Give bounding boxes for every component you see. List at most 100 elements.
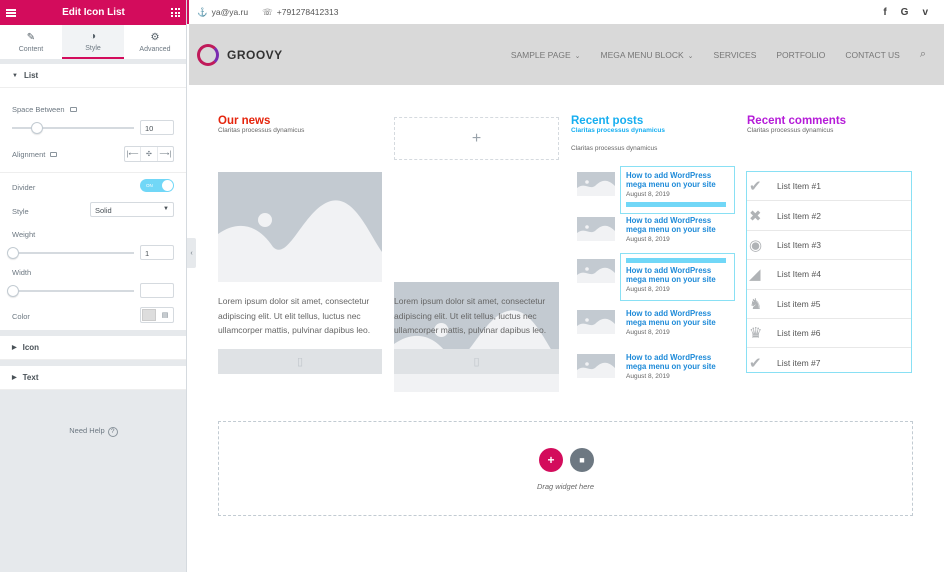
list-item-label: List Item #2: [777, 210, 821, 221]
need-help-text: Need Help: [69, 426, 105, 435]
tab-style[interactable]: ◑ Style: [62, 25, 124, 59]
social-links: f G v: [883, 7, 928, 18]
our-news-column: Our news Claritas processus dynamicus: [218, 115, 383, 134]
space-between-input[interactable]: 10: [140, 120, 174, 135]
list-item[interactable]: ◉ List Item #3: [747, 231, 911, 261]
color-swatch[interactable]: [142, 309, 156, 321]
post-title[interactable]: How to add WordPress mega menu on your s…: [626, 266, 731, 284]
color-label: Color: [12, 312, 30, 321]
list-item[interactable]: ◢ List Item #4: [747, 260, 911, 290]
align-center-icon[interactable]: ✣: [141, 147, 158, 161]
menu-item-sample-page[interactable]: SAMPLE PAGE ⌄: [511, 50, 581, 60]
menu-item-contact-us[interactable]: CONTACT US: [845, 50, 899, 60]
need-help-link[interactable]: Need Help?: [0, 426, 187, 437]
recent-comments-title: Recent comments: [747, 115, 847, 127]
post-item[interactable]: How to add WordPress mega menu on your s…: [571, 166, 736, 214]
phone-contact[interactable]: ☏ +791278412313: [262, 7, 338, 18]
section-list-toggle[interactable]: ▼ List: [0, 64, 186, 88]
post-item[interactable]: How to add WordPress mega menu on your s…: [571, 253, 736, 301]
post-item[interactable]: How to add WordPress mega menu on your s…: [571, 348, 736, 392]
section-icon-toggle[interactable]: ▶ Icon: [0, 336, 186, 360]
tab-label: Content: [18, 45, 44, 53]
slider-handle[interactable]: [7, 285, 19, 297]
list-item-label: List item #5: [777, 298, 821, 309]
recent-comments-subtitle: Claritas processus dynamicus: [747, 127, 834, 134]
menu-label: MEGA MENU BLOCK: [600, 49, 684, 60]
add-template-button[interactable]: ■: [570, 448, 594, 472]
list-item[interactable]: ✖ List Item #2: [747, 201, 911, 231]
section-icon: ▶ Icon: [0, 336, 186, 360]
desktop-icon[interactable]: [69, 107, 77, 112]
post-title[interactable]: How to add WordPress mega menu on your s…: [626, 309, 731, 327]
toggle-knob: [162, 180, 173, 191]
recent-posts-subtitle-colored: Claritas processus dynamicus: [571, 127, 665, 134]
drop-zone[interactable]: + ■ Drag widget here: [218, 421, 913, 516]
folder-icon: ■: [579, 455, 585, 465]
align-left-icon[interactable]: |⟵: [125, 147, 142, 161]
menu-item-portfolio[interactable]: PORTFOLIO: [776, 50, 825, 60]
style-select[interactable]: Solid ▼: [90, 202, 174, 217]
help-icon: ?: [107, 427, 118, 437]
list-item[interactable]: ♛ List item #6: [747, 319, 911, 349]
menu-item-mega-menu-block[interactable]: MEGA MENU BLOCK ⌄: [601, 50, 694, 60]
post-item[interactable]: How to add WordPress mega menu on your s…: [571, 304, 736, 348]
chess-knight-icon: ♞: [749, 295, 763, 313]
site-logo[interactable]: GROOVY: [197, 43, 283, 66]
image-placeholder-icon: [218, 200, 382, 282]
tab-advanced[interactable]: ⚙ Advanced: [124, 25, 186, 59]
chevron-down-icon: ⌄: [687, 52, 694, 60]
recent-posts-header: Recent posts Claritas processus dynamicu…: [571, 115, 736, 152]
email-contact[interactable]: ⚓ ya@ya.ru: [197, 7, 248, 18]
post-item[interactable]: How to add WordPress mega menu on your s…: [571, 211, 736, 255]
color-picker[interactable]: ▤: [140, 307, 174, 323]
cheese-icon: ◢: [749, 266, 761, 284]
clear-icon[interactable]: ▤: [157, 308, 173, 322]
vimeo-icon[interactable]: v: [922, 7, 928, 18]
post-thumbnail: [577, 354, 615, 378]
image-placeholder-icon: [577, 180, 615, 196]
tab-content[interactable]: ✎ Content: [0, 25, 62, 59]
desktop-icon[interactable]: [50, 152, 58, 157]
caret-right-icon: ▶: [12, 345, 17, 351]
recent-comments-header: Recent comments Claritas processus dynam…: [747, 115, 912, 134]
section-list: ▼ List Space Between 10 Alignment |⟵ ✣ ⟶| D…: [0, 64, 186, 330]
divider-toggle[interactable]: ON: [140, 179, 174, 192]
button-placeholder[interactable]: ▯: [394, 349, 559, 374]
google-icon[interactable]: G: [901, 7, 909, 18]
caret-down-icon: ▼: [12, 72, 18, 79]
dropdown-arrow-icon: ▼: [163, 206, 169, 212]
align-right-icon[interactable]: ⟶|: [158, 147, 173, 161]
post-title[interactable]: How to add WordPress mega menu on your s…: [626, 216, 731, 234]
facebook-icon[interactable]: f: [883, 7, 886, 18]
list-item[interactable]: ♞ List item #5: [747, 290, 911, 319]
add-section-button[interactable]: +: [539, 448, 563, 472]
post-title[interactable]: How to add WordPress mega menu on your s…: [626, 353, 731, 371]
weight-slider[interactable]: [7, 247, 134, 259]
post-thumbnail: [577, 172, 615, 196]
search-icon[interactable]: ⌕: [920, 48, 926, 61]
section-text-toggle[interactable]: ▶ Text: [0, 366, 186, 390]
menu-item-services[interactable]: SERVICES: [714, 50, 757, 60]
width-input[interactable]: [140, 283, 174, 298]
width-slider[interactable]: [7, 285, 134, 297]
slider-handle[interactable]: [31, 122, 43, 134]
collapse-panel-button[interactable]: ‹: [187, 238, 196, 268]
post-date: August 8, 2019: [626, 236, 670, 243]
add-element-placeholder[interactable]: +: [394, 117, 559, 160]
button-placeholder[interactable]: ▯: [218, 349, 382, 374]
recent-posts-subtitle: Claritas processus dynamicus: [571, 145, 658, 152]
image-placeholder-icon: [577, 362, 615, 378]
space-between-slider[interactable]: [12, 122, 134, 134]
icon-list: ✔ List Item #1 ✖ List Item #2 ◉ List Item #…: [746, 171, 912, 373]
list-item[interactable]: ✔ List item #7: [747, 348, 911, 377]
menu-icon[interactable]: [6, 8, 16, 17]
news-image-placeholder: [218, 172, 382, 282]
width-label: Width: [12, 268, 32, 277]
style-label: Style: [12, 207, 29, 216]
widgets-grid-icon[interactable]: [171, 8, 180, 17]
post-title[interactable]: How to add WordPress mega menu on your s…: [626, 171, 731, 189]
slider-handle[interactable]: [7, 247, 19, 259]
list-item[interactable]: ✔ List Item #1: [747, 172, 911, 202]
chevron-down-icon: ⌄: [574, 52, 581, 60]
weight-input[interactable]: 1: [140, 245, 174, 260]
